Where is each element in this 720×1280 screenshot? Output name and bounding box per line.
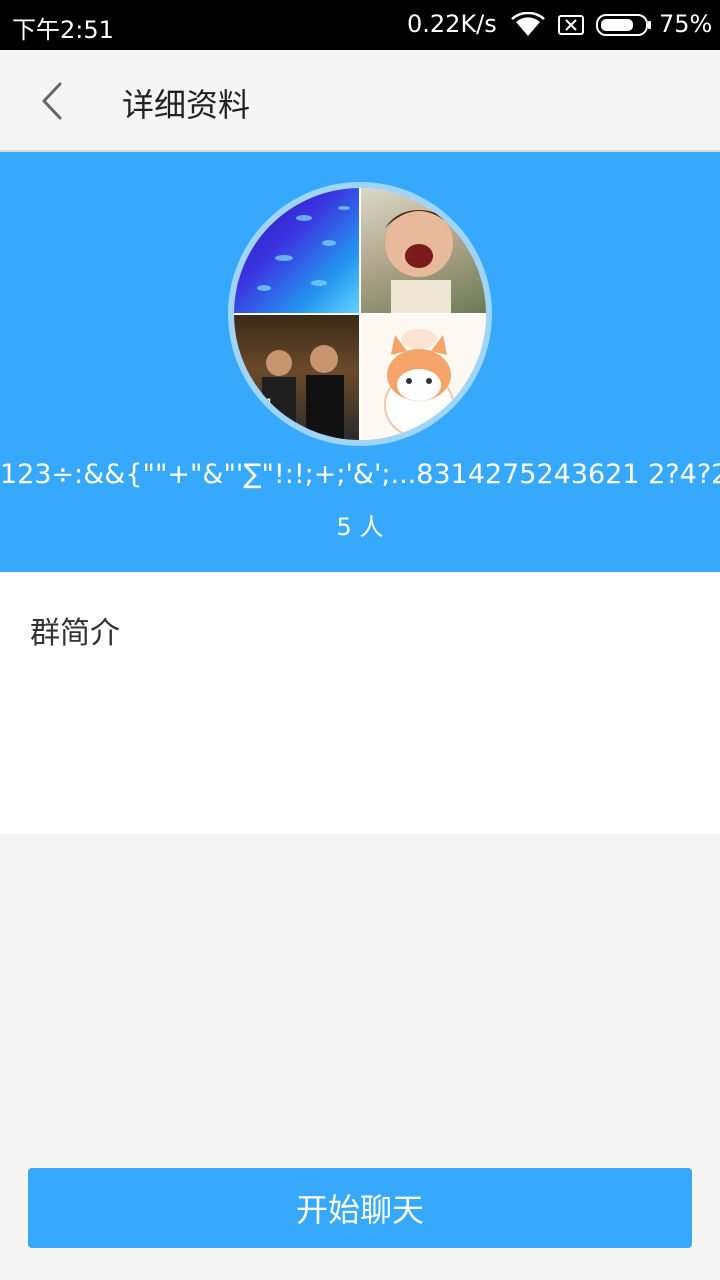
profile-banner: 1 123÷:&&{""+"&"'∑"!:!;+;'&';...83142752… [0, 152, 720, 572]
no-sim-icon [558, 15, 584, 35]
fish-pattern [257, 206, 350, 291]
battery-percent: 75% [659, 10, 713, 38]
avatar-tile-cartoon-cat [361, 315, 486, 440]
avatar-tile-group-photo: 1 [234, 315, 359, 440]
svg-text:1: 1 [264, 395, 274, 414]
group-photo-shape: 1 [262, 345, 344, 440]
avatar-tile-fish-photo [234, 188, 359, 313]
group-intro-section: 群简介 [0, 572, 720, 834]
wifi-icon [511, 12, 545, 36]
group-avatar-ring: 1 [228, 182, 492, 446]
start-chat-button[interactable]: 开始聊天 [28, 1168, 692, 1248]
chevron-left-icon [42, 82, 62, 120]
group-avatar[interactable]: 1 [234, 188, 486, 440]
member-count: 5 人 [336, 513, 384, 541]
status-time: 下午2:51 [12, 16, 114, 44]
group-intro-label: 群简介 [30, 616, 120, 651]
child-photo-shape [385, 209, 453, 313]
status-network-speed: 0.22K/s [407, 10, 497, 38]
battery-icon [596, 14, 651, 36]
avatar-tile-child-photo [361, 188, 486, 313]
back-button[interactable] [28, 76, 78, 126]
cartoon-cat-shape [384, 329, 454, 438]
app-header: 详细资料 [0, 50, 720, 152]
status-bar: 下午2:51 0.22K/s 75% [0, 0, 720, 50]
page-title: 详细资料 [122, 86, 251, 124]
group-name: 123÷:&&{""+"&"'∑"!:!;+;'&';...8314275243… [0, 459, 720, 490]
